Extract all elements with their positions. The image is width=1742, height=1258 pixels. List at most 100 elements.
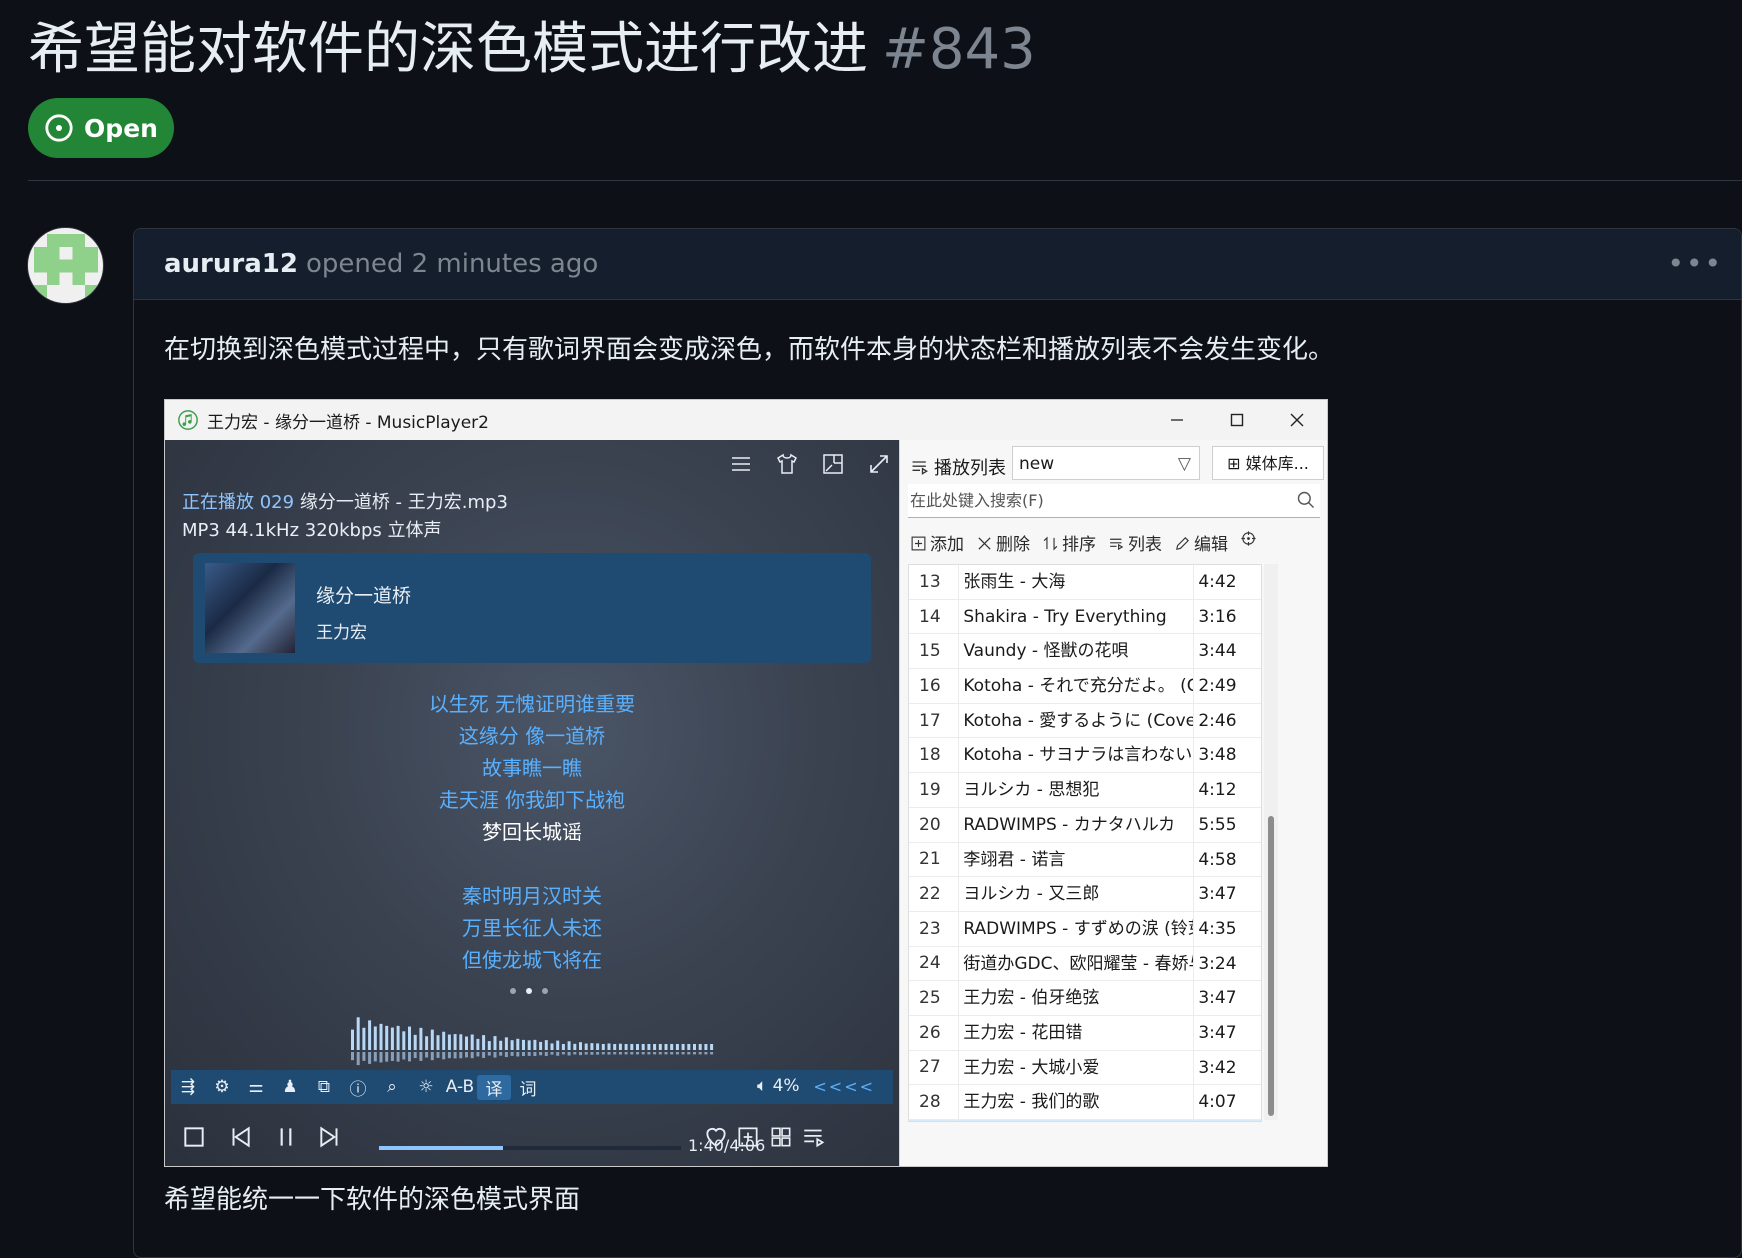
playlist-row[interactable]: 22 ヨルシカ - 又三郎 3:47 <box>909 877 1261 912</box>
maximize-button[interactable] <box>1207 400 1267 440</box>
spectrum-bar <box>430 1029 434 1050</box>
playlist-toggle-icon[interactable]: ⇶ <box>171 1077 205 1097</box>
playlist-row[interactable]: 21 李翊君 - 诺言 4:58 <box>909 842 1261 878</box>
avatar[interactable] <box>27 227 104 304</box>
page-dot[interactable] <box>542 988 548 994</box>
spectrum-reflection <box>351 1052 354 1061</box>
spectrum-reflection <box>710 1052 714 1055</box>
fullscreen-icon[interactable] <box>867 452 891 476</box>
locate-button[interactable] <box>1240 530 1260 555</box>
search-icon[interactable] <box>1296 490 1316 510</box>
page-dots <box>510 988 548 994</box>
media-library-icon[interactable] <box>768 1124 794 1150</box>
lyric-offset-arrows[interactable]: <<<< <box>813 1077 875 1096</box>
playlist-row[interactable]: 13 张雨生 - 大海 4:42 <box>909 565 1261 600</box>
spectrum-bar <box>516 1038 520 1050</box>
playlist-row[interactable]: 25 王力宏 - 伯牙绝弦 3:47 <box>909 981 1261 1016</box>
playlist-row[interactable]: 26 王力宏 - 花田错 3:47 <box>909 1015 1261 1051</box>
playlist-cell-dur: 2:46 <box>1193 703 1261 738</box>
list-icon <box>1110 538 1124 551</box>
volume-value: 4% <box>772 1076 800 1096</box>
playlist-row[interactable]: 19 ヨルシカ - 思想犯 4:12 <box>909 773 1261 808</box>
sort-button[interactable]: 排序 <box>1042 530 1096 555</box>
list-button[interactable]: 列表 <box>1108 530 1162 555</box>
stop-icon[interactable] <box>181 1124 207 1150</box>
lyric-button[interactable]: 词 <box>511 1075 545 1100</box>
search-icon[interactable]: ⌕ <box>375 1077 409 1097</box>
playlist-cell-name: ヨルシカ - 思想犯 <box>958 773 1193 807</box>
view-toolbar <box>729 452 891 476</box>
minimize-button[interactable] <box>1147 400 1207 440</box>
playlist-cell-dur: 3:42 <box>1193 1050 1261 1085</box>
locate-icon <box>1241 531 1256 546</box>
add-button[interactable]: 添加 <box>910 530 964 555</box>
spectrum-bar <box>670 1044 674 1050</box>
info-icon[interactable]: ⓘ <box>341 1075 375 1100</box>
spectrum-reflection <box>579 1052 582 1056</box>
progress-bar[interactable] <box>379 1146 681 1150</box>
playlist-scrollbar[interactable] <box>1264 564 1278 1120</box>
mini-mode-icon[interactable] <box>821 452 845 476</box>
menu-icon[interactable] <box>729 452 753 476</box>
gear-icon[interactable]: ⚙ <box>205 1077 239 1097</box>
page-dot[interactable] <box>510 988 516 994</box>
page-dot-active[interactable] <box>526 988 532 994</box>
spectrum-reflection <box>425 1052 429 1058</box>
spectrum-bar <box>624 1044 628 1050</box>
playlist-icon[interactable] <box>801 1124 827 1150</box>
spectrum-bar <box>465 1036 468 1050</box>
edit-button[interactable]: 编辑 <box>1174 530 1228 555</box>
sort-label: 排序 <box>1062 535 1096 555</box>
lyric-line: 万里长征人未还 <box>462 916 602 940</box>
now-playing-label: 正在播放 <box>182 492 254 513</box>
delete-button[interactable]: 删除 <box>976 530 1030 555</box>
lyric-line: 但使龙城飞将在 <box>462 948 602 972</box>
pause-icon[interactable] <box>273 1124 299 1150</box>
skin-icon[interactable] <box>775 452 799 476</box>
equalizer-icon[interactable]: ⚌ <box>239 1077 273 1097</box>
previous-icon[interactable] <box>227 1124 253 1150</box>
now-playing-file: 缘分一道桥 - 王力宏.mp3 <box>299 492 508 513</box>
playlist-row[interactable]: 14 Shakira - Try Everything 3:16 <box>909 599 1261 635</box>
playlist-row[interactable]: 20 RADWIMPS - カナタハルカ 5:55 <box>909 807 1261 843</box>
spectrum-reflection <box>447 1052 451 1059</box>
playlist-cell-idx: 16 <box>919 675 941 696</box>
playlist-row[interactable]: 17 Kotoha - 愛するように (Cover) 2:46 <box>909 703 1261 739</box>
next-icon[interactable] <box>317 1124 343 1150</box>
scroll-thumb[interactable] <box>1268 816 1274 1116</box>
progress-fill <box>379 1146 503 1150</box>
playlist-cell-dur: 4:12 <box>1193 773 1261 807</box>
spectrum-bar <box>653 1044 657 1050</box>
lyrics-list: 以生死 无愧证明谁重要 这缘分 像一道桥 故事瞧一瞧 走天涯 你我卸下战袍 梦回长城谣秦… <box>165 688 899 976</box>
playlist-row[interactable]: 18 Kotoha - サヨナラは言わない... 3:48 <box>909 738 1261 774</box>
playlist-cell-name: 王力宏 - 缘分一道桥 <box>958 1120 1193 1121</box>
playlist-row[interactable]: 15 Vaundy - 怪獣の花唄 3:44 <box>909 634 1261 670</box>
translate-button[interactable]: 译 <box>477 1074 511 1100</box>
spectrum-bar <box>693 1044 696 1050</box>
spectrum-bar <box>482 1035 486 1050</box>
spectrum-bar <box>459 1034 463 1050</box>
volume-indicator[interactable]: 🔈︎ 4% <box>757 1076 800 1096</box>
comment-author[interactable]: aurura12 <box>164 249 298 279</box>
close-button[interactable] <box>1267 400 1327 440</box>
playlist-row[interactable]: 16 Kotoha - それで充分だよ。 (Co...2:49 <box>909 669 1261 704</box>
header-divider <box>28 180 1742 181</box>
playlist-row[interactable]: 24 街道办GDC、欧阳耀莹 - 春娇与...3:24 <box>909 946 1261 982</box>
playlist-row[interactable]: 28 王力宏 - 我们的歌 4:07 <box>909 1085 1261 1120</box>
spectrum-reflection <box>544 1052 548 1056</box>
brightness-icon[interactable]: ☼ <box>409 1077 443 1097</box>
playlist-row[interactable]: 27 王力宏 - 大城小爱 3:42 <box>909 1050 1261 1086</box>
playlist-row-playing[interactable]: 29王力宏 - 缘分一道桥4:06 <box>909 1120 1261 1121</box>
playlist-select[interactable]: new ▽ <box>1012 446 1200 480</box>
playlist-row[interactable]: 23 RADWIMPS - すずめの涙 (铃芽...4:35 <box>909 911 1261 947</box>
kebab-icon[interactable]: ••• <box>1667 247 1723 280</box>
spectrum-reflection <box>556 1052 560 1056</box>
lyric-line: 走天涯 你我卸下战袍 <box>438 788 626 812</box>
skin-small-icon[interactable]: ♟ <box>273 1077 307 1097</box>
lyric-line: 秦时明月汉时关 <box>462 884 602 908</box>
media-library-button[interactable]: ⊞ 媒体库... <box>1212 446 1324 480</box>
playlist-cell-dur: 2:49 <box>1193 669 1261 703</box>
playlist-search-input[interactable]: 在此处键入搜索(F) <box>908 484 1320 518</box>
mini-mode-small-icon[interactable]: ⧉ <box>307 1077 341 1097</box>
ab-repeat-button[interactable]: A-B <box>443 1077 477 1097</box>
